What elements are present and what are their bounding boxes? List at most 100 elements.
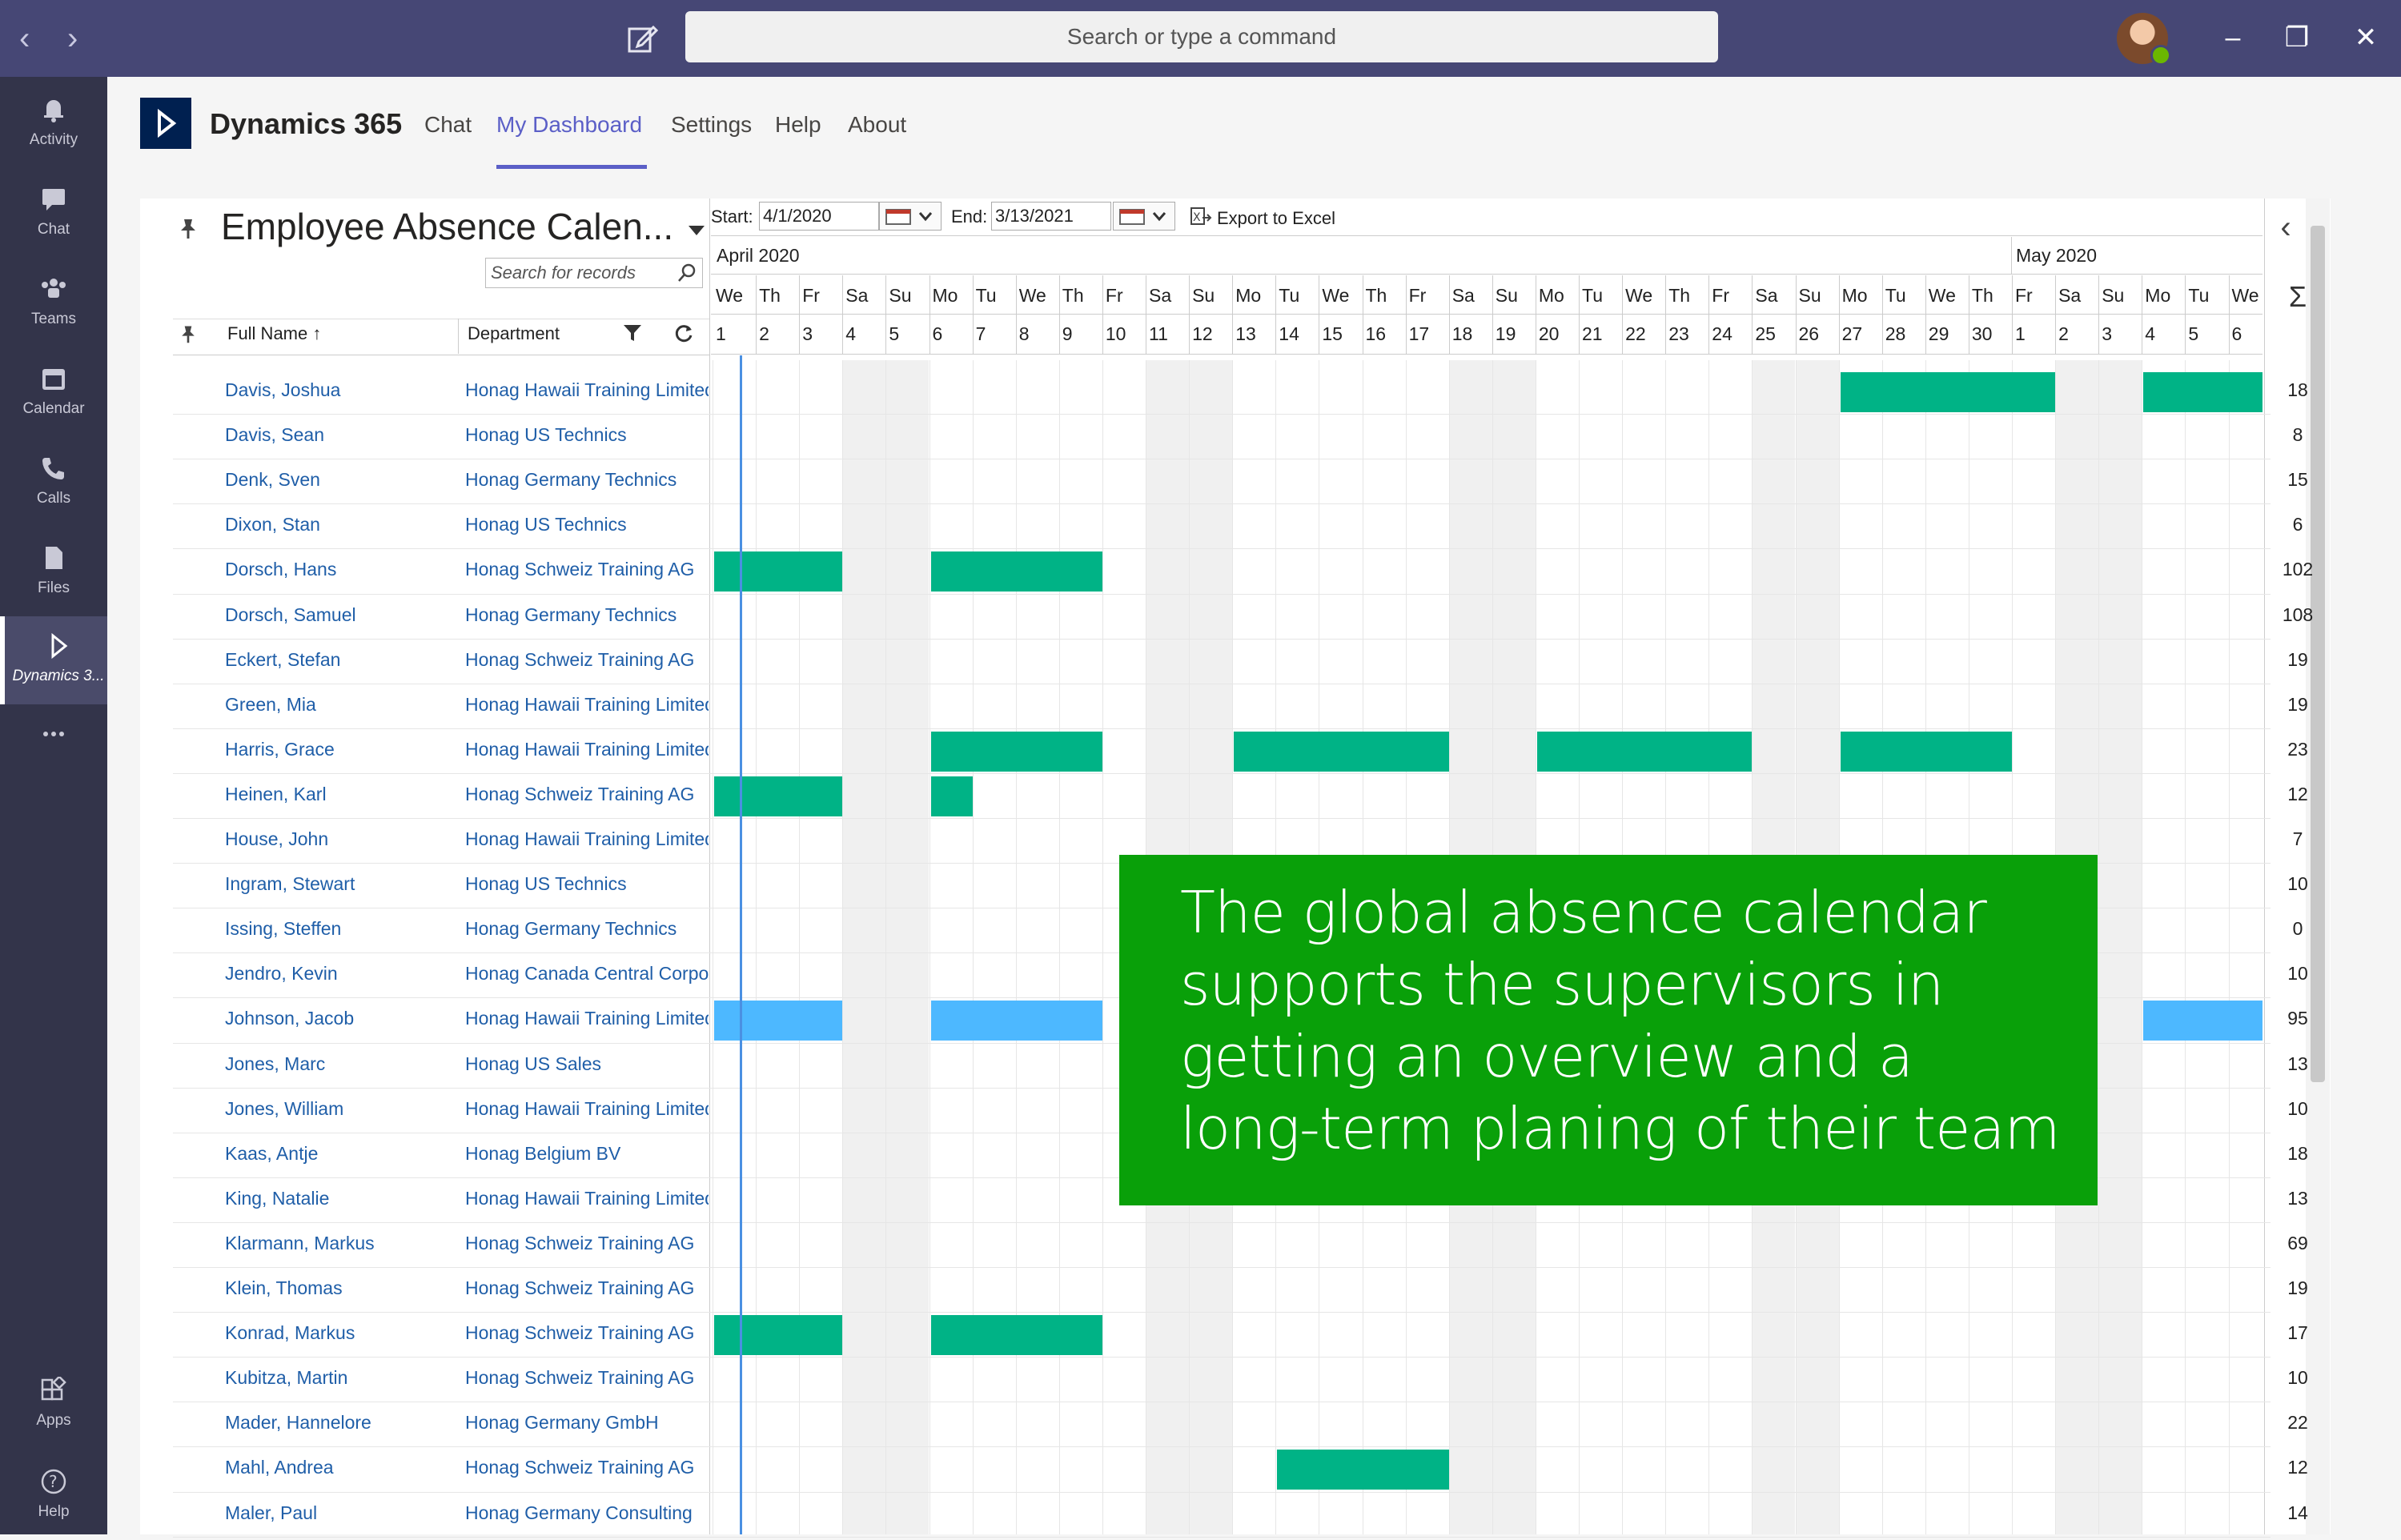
- grid-splitter[interactable]: [709, 199, 710, 1534]
- department-link[interactable]: Honag Canada Central Corporation: [465, 963, 709, 985]
- search-records-input[interactable]: Search for records: [485, 258, 703, 288]
- department-link[interactable]: Honag Schweiz Training AG: [465, 1277, 709, 1299]
- filter-icon[interactable]: [621, 322, 644, 344]
- minimize-icon[interactable]: –: [2213, 18, 2253, 58]
- absence-bar[interactable]: [930, 776, 973, 816]
- employee-name-link[interactable]: Jones, William: [225, 1098, 343, 1120]
- rail-item-dynamics[interactable]: Dynamics 3...: [0, 616, 107, 704]
- department-column-header[interactable]: Department: [468, 323, 560, 344]
- view-title[interactable]: Employee Absence Calen...: [221, 205, 673, 248]
- department-link[interactable]: Honag Germany Technics: [465, 604, 709, 626]
- employee-name-link[interactable]: Issing, Steffen: [225, 918, 341, 940]
- tab-settings[interactable]: Settings: [671, 112, 752, 138]
- employee-name-link[interactable]: Jones, Marc: [225, 1053, 325, 1075]
- department-link[interactable]: Honag Hawaii Training Limited: [465, 828, 709, 850]
- department-link[interactable]: Honag Germany GmbH: [465, 1412, 709, 1434]
- collapse-chevron-icon[interactable]: ‹: [2266, 210, 2306, 246]
- department-link[interactable]: Honag Hawaii Training Limited: [465, 694, 709, 716]
- department-link[interactable]: Honag Schweiz Training AG: [465, 784, 709, 805]
- department-link[interactable]: Honag Hawaii Training Limited: [465, 1098, 709, 1120]
- start-date-picker-button[interactable]: [879, 202, 942, 231]
- employee-name-link[interactable]: Denk, Sven: [225, 469, 320, 491]
- employee-name-link[interactable]: Kubitza, Martin: [225, 1367, 347, 1389]
- tab-help[interactable]: Help: [775, 112, 821, 138]
- employee-name-link[interactable]: Jendro, Kevin: [225, 963, 338, 985]
- absence-bar[interactable]: [2143, 1001, 2262, 1041]
- rail-item-teams[interactable]: Teams: [0, 259, 107, 347]
- absence-bar[interactable]: [714, 1315, 843, 1356]
- start-date-input[interactable]: 4/1/2020: [759, 202, 879, 231]
- department-link[interactable]: Honag Germany Consulting: [465, 1502, 709, 1524]
- absence-bar[interactable]: [714, 776, 843, 816]
- rail-item-calendar[interactable]: Calendar: [0, 349, 107, 437]
- user-avatar[interactable]: [2117, 13, 2171, 66]
- rail-item-file[interactable]: Files: [0, 528, 107, 616]
- absence-bar[interactable]: [930, 551, 1102, 592]
- employee-name-link[interactable]: Davis, Joshua: [225, 379, 340, 401]
- absence-bar[interactable]: [1840, 372, 2056, 412]
- search-icon[interactable]: [677, 263, 698, 283]
- employee-name-link[interactable]: Green, Mia: [225, 694, 316, 716]
- department-link[interactable]: Honag Hawaii Training Limited: [465, 739, 709, 760]
- maximize-icon[interactable]: ❐: [2277, 18, 2317, 58]
- rail-item-bell[interactable]: Activity: [0, 80, 107, 168]
- absence-bar[interactable]: [714, 1001, 843, 1041]
- employee-name-link[interactable]: Klein, Thomas: [225, 1277, 343, 1299]
- employee-name-link[interactable]: Heinen, Karl: [225, 784, 327, 805]
- rail-item-more[interactable]: [0, 704, 107, 760]
- absence-bar[interactable]: [930, 1001, 1102, 1041]
- tab-chat[interactable]: Chat: [424, 112, 472, 138]
- absence-bar[interactable]: [930, 1315, 1102, 1356]
- employee-name-link[interactable]: Mader, Hannelore: [225, 1412, 371, 1434]
- compose-icon[interactable]: [624, 21, 660, 56]
- absence-bar[interactable]: [930, 731, 1102, 772]
- employee-name-link[interactable]: Mahl, Andrea: [225, 1457, 334, 1478]
- employee-name-link[interactable]: Dixon, Stan: [225, 514, 320, 535]
- employee-name-link[interactable]: Harris, Grace: [225, 739, 335, 760]
- employee-name-link[interactable]: Ingram, Stewart: [225, 873, 355, 895]
- view-selector-caret-icon[interactable]: [689, 226, 705, 235]
- absence-bar[interactable]: [1840, 731, 2012, 772]
- employee-name-link[interactable]: King, Natalie: [225, 1188, 329, 1209]
- department-link[interactable]: Honag US Technics: [465, 514, 709, 535]
- export-to-excel-button[interactable]: Export to Excel: [1217, 208, 1335, 229]
- department-link[interactable]: Honag US Technics: [465, 424, 709, 446]
- absence-bar[interactable]: [2143, 372, 2262, 412]
- excel-icon[interactable]: X: [1188, 205, 1212, 229]
- department-link[interactable]: Honag Schweiz Training AG: [465, 649, 709, 671]
- department-link[interactable]: Honag Schweiz Training AG: [465, 559, 709, 580]
- pin-column-icon[interactable]: [178, 323, 199, 344]
- rail-item-apps[interactable]: Apps: [0, 1361, 107, 1449]
- department-link[interactable]: Honag Germany Technics: [465, 469, 709, 491]
- employee-name-link[interactable]: Davis, Sean: [225, 424, 324, 446]
- employee-name-link[interactable]: Dorsch, Hans: [225, 559, 336, 580]
- pin-icon[interactable]: [176, 216, 200, 240]
- end-date-picker-button[interactable]: [1113, 202, 1175, 231]
- department-link[interactable]: Honag Hawaii Training Limited: [465, 1188, 709, 1209]
- employee-name-link[interactable]: Klarmann, Markus: [225, 1233, 375, 1254]
- department-link[interactable]: Honag US Sales: [465, 1053, 709, 1075]
- rail-item-chat[interactable]: Chat: [0, 170, 107, 258]
- employee-name-link[interactable]: Dorsch, Samuel: [225, 604, 356, 626]
- employee-name-link[interactable]: Konrad, Markus: [225, 1322, 355, 1344]
- forward-arrow-icon[interactable]: ›: [67, 19, 78, 58]
- rail-item-help[interactable]: ? Help: [0, 1452, 107, 1540]
- end-date-input[interactable]: 3/13/2021: [991, 202, 1111, 231]
- refresh-icon[interactable]: [673, 322, 695, 344]
- fullname-column-header[interactable]: Full Name ↑: [227, 323, 321, 344]
- absence-bar[interactable]: [1536, 731, 1753, 772]
- department-link[interactable]: Honag Schweiz Training AG: [465, 1233, 709, 1254]
- department-link[interactable]: Honag US Technics: [465, 873, 709, 895]
- absence-bar[interactable]: [1277, 1450, 1449, 1490]
- employee-name-link[interactable]: House, John: [225, 828, 328, 850]
- employee-name-link[interactable]: Johnson, Jacob: [225, 1008, 354, 1029]
- absence-bar[interactable]: [714, 551, 843, 592]
- employee-name-link[interactable]: Maler, Paul: [225, 1502, 317, 1524]
- department-link[interactable]: Honag Schweiz Training AG: [465, 1367, 709, 1389]
- close-icon[interactable]: ✕: [2346, 18, 2386, 58]
- department-link[interactable]: Honag Germany Technics: [465, 918, 709, 940]
- department-link[interactable]: Honag Belgium BV: [465, 1143, 709, 1165]
- rail-item-phone[interactable]: Calls: [0, 439, 107, 527]
- department-link[interactable]: Honag Hawaii Training Limited: [465, 379, 709, 401]
- command-search-input[interactable]: Search or type a command: [685, 11, 1718, 62]
